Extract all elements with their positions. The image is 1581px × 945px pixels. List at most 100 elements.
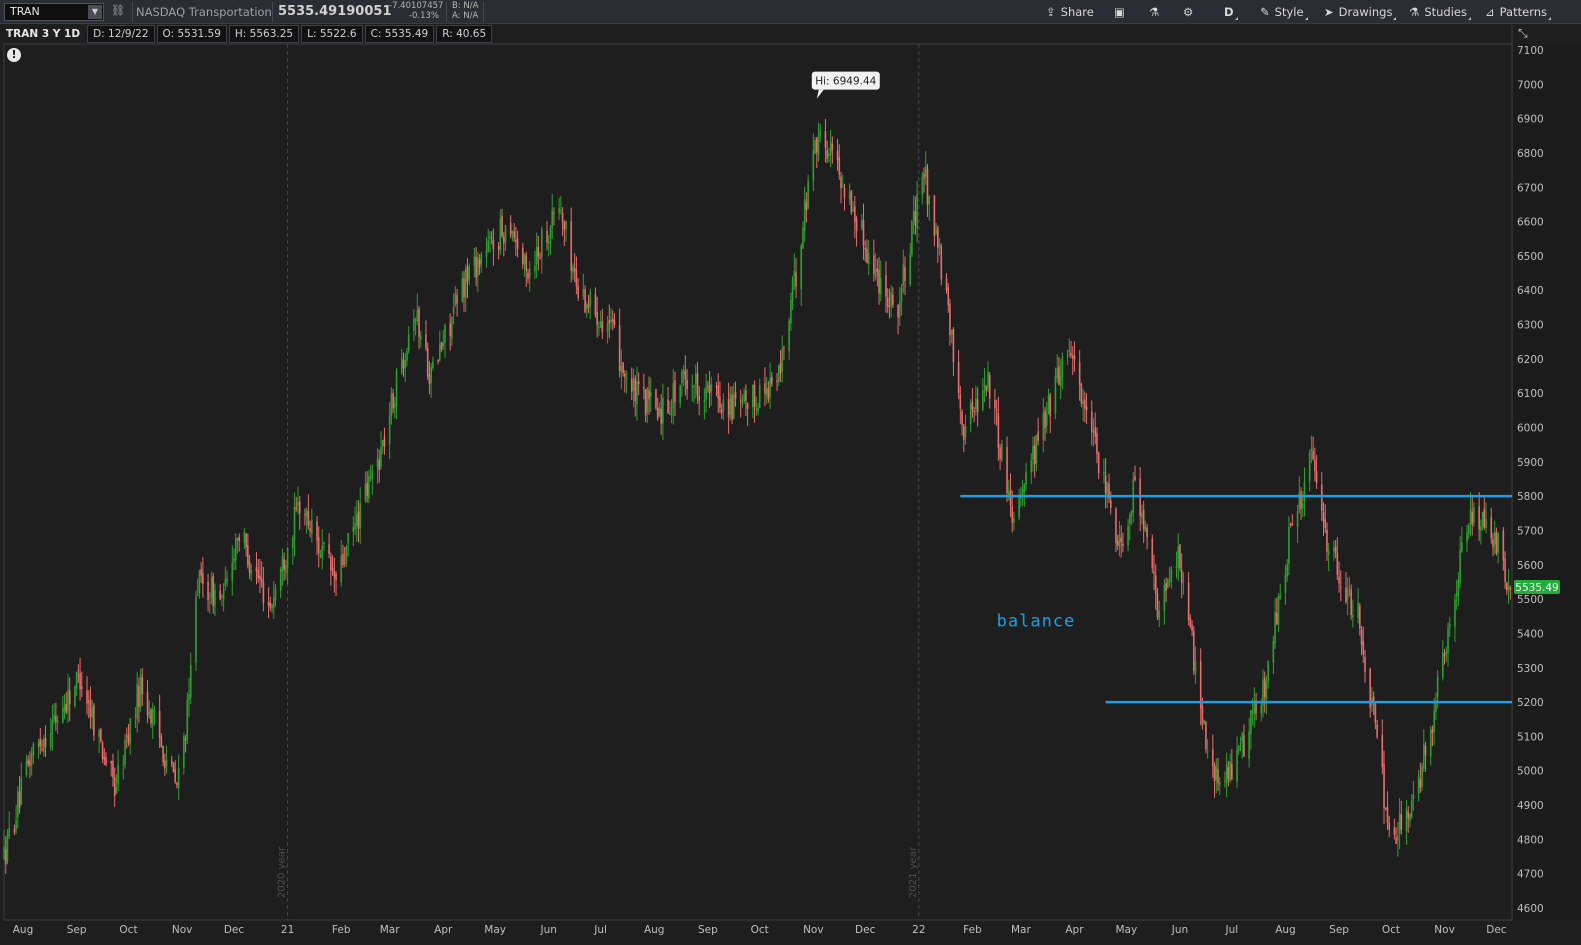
candle-body: [1263, 677, 1266, 698]
candle-body: [283, 559, 285, 570]
candle-body: [541, 229, 543, 257]
candle-body: [1445, 651, 1448, 654]
candle-body: [138, 686, 140, 708]
candle-body: [113, 777, 116, 796]
candle-body: [257, 570, 260, 579]
candle-body: [1217, 769, 1219, 784]
candle-body: [746, 403, 749, 409]
candle-body: [1227, 767, 1230, 779]
candle-body: [843, 187, 846, 198]
candle-body: [13, 829, 16, 833]
candle-body: [497, 246, 500, 250]
candle-body: [15, 820, 17, 830]
candle-body: [267, 601, 270, 606]
candle-body: [800, 245, 803, 290]
candle-body: [902, 264, 905, 287]
candle-body: [196, 594, 199, 596]
candle-body: [670, 406, 673, 416]
candle-body: [866, 248, 868, 264]
candle-body: [878, 269, 880, 294]
candle-body: [625, 377, 628, 379]
candle-body: [755, 408, 758, 410]
candle-body: [739, 400, 742, 402]
candle-body: [272, 597, 275, 608]
candle-body: [195, 596, 197, 663]
candle-body: [928, 196, 931, 205]
candle-body: [999, 447, 1001, 459]
y-tick-label: 4700: [1517, 869, 1544, 881]
candle-body: [1248, 731, 1250, 759]
candle-body: [729, 393, 732, 415]
candle-body: [558, 207, 560, 214]
candle-body: [1412, 794, 1415, 800]
candle-body: [662, 397, 664, 424]
candle-body: [764, 383, 766, 394]
candle-body: [8, 828, 10, 837]
candle-body: [100, 729, 102, 742]
y-tick-label: 5600: [1517, 560, 1544, 572]
candle-body: [696, 373, 699, 396]
candle-body: [1013, 518, 1015, 523]
candle-body: [1078, 362, 1081, 385]
candle-body: [515, 240, 517, 242]
candle-body: [234, 538, 237, 561]
candle-body: [1348, 587, 1351, 589]
x-tick-label: Oct: [751, 924, 769, 936]
candle-body: [369, 476, 372, 478]
candle-body: [921, 176, 924, 195]
candle-body: [212, 575, 215, 607]
candle-body: [1357, 602, 1359, 618]
candle-body: [188, 694, 190, 700]
candle-body: [791, 278, 794, 302]
y-tick-label: 5300: [1517, 663, 1544, 675]
candle-body: [1201, 706, 1204, 725]
candle-body: [585, 304, 588, 310]
candle-body: [1071, 355, 1074, 358]
expand-icon[interactable]: ⤡: [1518, 26, 1528, 41]
candle-body: [67, 689, 69, 712]
candle-body: [366, 482, 368, 496]
candle-body: [727, 398, 730, 418]
price-chart[interactable]: 2020 year 2021 year 4600 4700 4800 4900 5000 51…: [0, 0, 1581, 945]
candle-body: [546, 230, 548, 243]
candle-body: [694, 374, 697, 384]
candle-body: [233, 558, 235, 563]
candle-body: [183, 736, 185, 768]
candle-body: [1179, 544, 1181, 569]
candle-body: [136, 684, 138, 719]
candle-body: [947, 287, 950, 306]
candle-body: [722, 399, 725, 411]
candle-body: [207, 581, 209, 600]
candle-body: [1115, 508, 1117, 544]
candle-body: [563, 221, 566, 230]
candle-body: [260, 578, 263, 582]
candle-body: [1383, 763, 1385, 808]
candle-body: [174, 769, 177, 783]
candle-body: [707, 386, 709, 388]
candle-body: [776, 380, 778, 382]
candle-body: [418, 308, 420, 337]
y-tick-label: 6100: [1517, 388, 1544, 400]
candle-body: [475, 257, 477, 278]
candle-body: [1096, 433, 1098, 454]
candle-body: [658, 406, 661, 416]
candle-body: [511, 231, 514, 234]
candle-body: [1035, 434, 1038, 464]
candle-body: [259, 575, 261, 580]
candle-body: [705, 386, 707, 400]
candle-body: [444, 325, 446, 343]
candle-body: [682, 369, 685, 375]
candle-body: [1296, 511, 1299, 527]
candle-body: [480, 254, 483, 264]
warning-icon[interactable]: !: [7, 48, 21, 62]
candle-body: [1006, 447, 1008, 494]
candle-body: [667, 399, 669, 414]
candle-body: [655, 389, 657, 408]
x-tick-label: Oct: [119, 924, 137, 936]
y-tick-label: 5000: [1517, 766, 1544, 778]
candle-body: [1362, 641, 1365, 655]
candle-body: [720, 409, 723, 414]
candle-body: [485, 251, 488, 257]
candle-body: [841, 186, 844, 188]
candle-body: [438, 344, 441, 361]
